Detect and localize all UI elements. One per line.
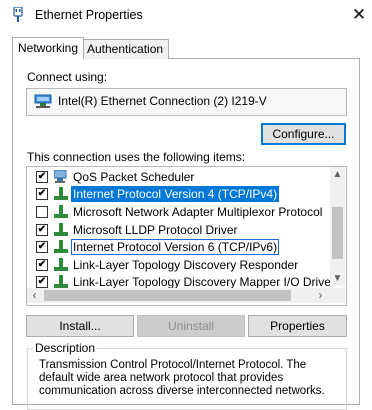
list-item-label: Internet Protocol Version 4 (TCP/IPv4) <box>71 186 280 202</box>
uninstall-button[interactable]: Uninstall <box>137 315 245 337</box>
scrollbar-corner <box>330 288 345 303</box>
list-item-label: Link-Layer Topology Discovery Responder <box>73 258 299 272</box>
items-label: This connection uses the following items… <box>27 150 246 164</box>
protocol-icon <box>54 275 68 288</box>
checkbox[interactable]: ✔ <box>36 188 48 200</box>
protocol-icon <box>54 240 68 253</box>
protocol-icon <box>54 187 68 200</box>
scroll-up-icon[interactable]: ▲ <box>330 168 345 182</box>
description-text: Transmission Control Protocol/Internet P… <box>39 359 325 397</box>
tab-networking[interactable]: Networking <box>12 37 85 59</box>
list-item-label: QoS Packet Scheduler <box>73 170 195 184</box>
protocol-icon <box>54 258 68 271</box>
scroll-left-icon[interactable]: ‹ <box>27 288 42 303</box>
configure-button[interactable]: Configure... <box>261 123 346 145</box>
ethernet-plug-icon <box>13 7 23 22</box>
network-adapter-icon <box>34 94 52 108</box>
window-title: Ethernet Properties <box>35 8 143 22</box>
qos-scheduler-icon <box>54 170 67 183</box>
connect-using-label: Connect using: <box>27 70 108 84</box>
list-item[interactable]: ✔ Internet Protocol Version 4 (TCP/IPv4) <box>27 186 329 202</box>
items-list: ✔ QoS Packet Scheduler ✔ Internet Protoc… <box>26 166 347 306</box>
checkbox[interactable]: ✔ <box>36 241 48 253</box>
checkbox[interactable] <box>36 206 48 218</box>
checkbox[interactable]: ✔ <box>36 259 48 271</box>
list-item-label: Internet Protocol Version 6 (TCP/IPv6) <box>71 239 280 255</box>
list-item[interactable]: ✔ Internet Protocol Version 6 (TCP/IPv6) <box>27 239 329 255</box>
description-title: Description <box>33 341 98 355</box>
checkbox[interactable]: ✔ <box>36 224 48 236</box>
checkbox[interactable]: ✔ <box>36 276 48 288</box>
list-item[interactable]: Microsoft Network Adapter Multiplexor Pr… <box>27 204 329 220</box>
properties-button[interactable]: Properties <box>248 315 347 337</box>
list-item[interactable]: ✔ Link-Layer Topology Discovery Responde… <box>27 257 329 273</box>
list-item-label: Microsoft LLDP Protocol Driver <box>73 223 238 237</box>
checkbox[interactable]: ✔ <box>36 171 48 183</box>
close-button[interactable]: ✕ <box>346 2 372 28</box>
list-item[interactable]: ✔ Microsoft LLDP Protocol Driver <box>27 222 329 238</box>
tab-authentication[interactable]: Authentication <box>81 39 170 59</box>
list-item-label: Microsoft Network Adapter Multiplexor Pr… <box>73 205 323 219</box>
horizontal-scroll-thumb[interactable] <box>44 290 291 301</box>
install-button[interactable]: Install... <box>26 315 134 337</box>
adapter-name: Intel(R) Ethernet Connection (2) I219-V <box>58 94 267 108</box>
protocol-icon <box>54 205 68 218</box>
list-item[interactable]: ✔ QoS Packet Scheduler <box>27 169 329 185</box>
scroll-down-icon[interactable]: ▼ <box>330 272 345 286</box>
scroll-right-icon[interactable]: › <box>313 288 328 303</box>
protocol-icon <box>54 223 68 236</box>
vertical-scroll-thumb[interactable] <box>332 207 343 259</box>
